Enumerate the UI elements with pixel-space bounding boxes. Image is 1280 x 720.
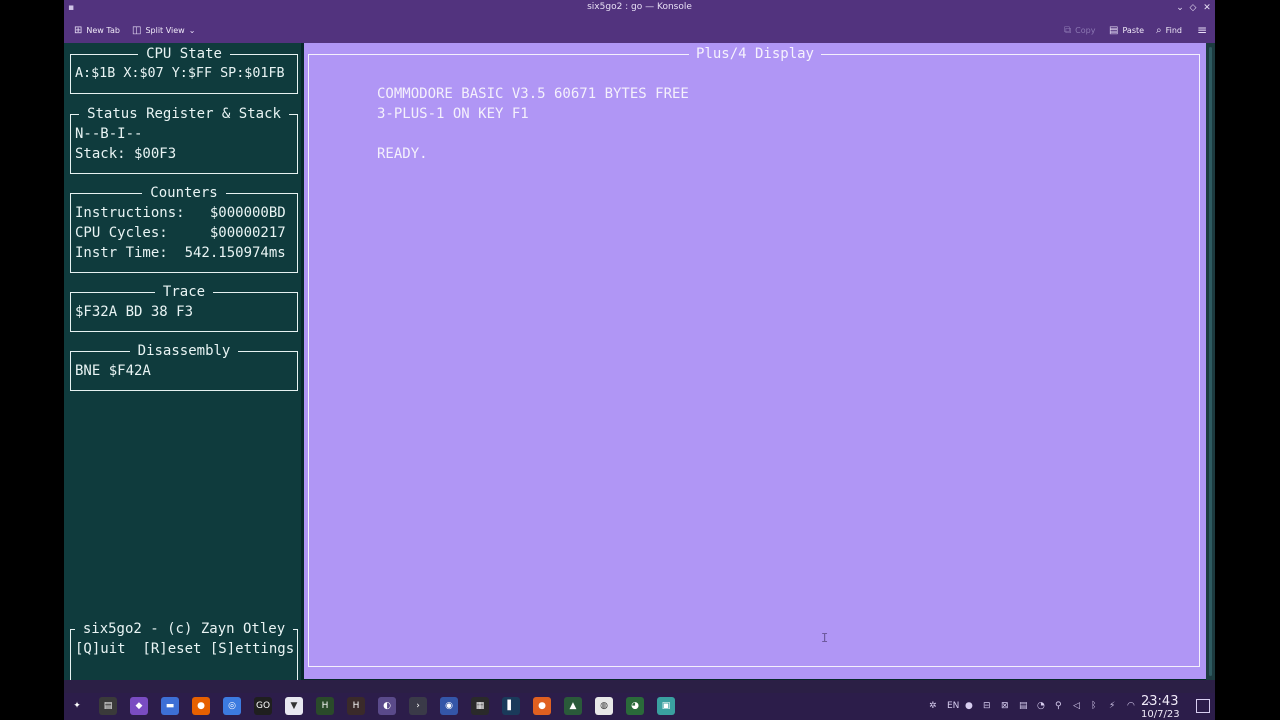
proton-vpn-icon[interactable]: ▼ — [285, 697, 303, 715]
copy-label: Copy — [1075, 25, 1096, 35]
hamburger-menu-icon: ≡ — [1197, 23, 1208, 37]
text-cursor-icon: I — [821, 631, 829, 645]
cross-box-icon[interactable]: ⊠ — [1001, 701, 1009, 711]
power-icon[interactable]: ⚡ — [1109, 701, 1115, 711]
stack-pointer: Stack: $00F3 — [75, 146, 177, 162]
chevron-down-icon: ⌄ — [188, 25, 196, 35]
minimize-icon[interactable]: ⌄ — [1174, 2, 1186, 14]
scrollbar-thumb[interactable] — [1209, 47, 1212, 676]
application-launcher-icon[interactable]: ✦ — [68, 697, 86, 715]
firefox-dev-icon[interactable]: ● — [533, 697, 551, 715]
store-icon[interactable]: ◆ — [130, 697, 148, 715]
show-desktop-button[interactable] — [1196, 699, 1210, 713]
clock-time[interactable]: 23:43 — [1141, 694, 1178, 709]
notes-icon[interactable]: ▦ — [471, 697, 489, 715]
split-view-button[interactable]: ◫ Split View ⌄ — [132, 22, 195, 38]
updates-icon[interactable]: ◔ — [1037, 701, 1045, 711]
bluetooth-icon[interactable]: ᛒ — [1091, 701, 1096, 711]
find-button[interactable]: ⌕ Find — [1156, 22, 1182, 38]
clock-date[interactable]: 10/7/23 — [1141, 709, 1180, 720]
taskbar: ✦ ▤ ◆ ▬ ● ◎ GO ▼ H H ◐ › ◉ ▦ ▌ ● ▲ ◍ ◕ ▣ ✲ EN ● ⊟ ⊠ ▤ ◔ ⚲ ◁ ᛒ ⚡ ◠ ^ 23:… — [64, 693, 1215, 720]
new-tab-label: New Tab — [86, 25, 120, 35]
scrollbar[interactable] — [1206, 43, 1215, 680]
find-label: Find — [1165, 25, 1182, 35]
hamburger-menu-button[interactable]: ≡ — [1197, 22, 1207, 38]
copyright-title: six5go2 - (c) Zayn Otley — [74, 621, 294, 637]
trace-title: Trace — [154, 284, 214, 300]
window-title: six5go2 : go — Konsole — [587, 2, 692, 12]
record-icon[interactable]: ● — [965, 701, 973, 711]
obs-icon[interactable]: ◍ — [595, 697, 613, 715]
paste-label: Paste — [1122, 25, 1145, 35]
copy-button[interactable]: ⧉ Copy — [1064, 22, 1095, 38]
counters-title: Counters — [142, 185, 226, 201]
keyboard-layout-label[interactable]: EN — [947, 701, 959, 711]
cpu-state-title: CPU State — [138, 46, 230, 62]
cpu-cycles: CPU Cycles: $00000217 — [75, 225, 286, 241]
screen-line: READY. — [377, 146, 428, 162]
display-border — [308, 54, 1200, 667]
disassembly-box: Disassembly BNE $F42A — [70, 343, 298, 391]
status-flags: N--B-I-- — [75, 126, 143, 142]
status-register-box: Status Register & Stack N--B-I-- Stack: … — [70, 106, 298, 174]
new-tab-button[interactable]: ⊞ New Tab — [74, 22, 120, 38]
instruction-time: Instr Time: 542.150974ms — [75, 245, 286, 261]
hex-dune-2-icon[interactable]: H — [347, 697, 365, 715]
split-view-icon: ◫ — [132, 24, 142, 36]
file-manager-icon[interactable]: ▬ — [161, 697, 179, 715]
instruction-count: Instructions: $000000BD — [75, 205, 286, 221]
cpu-state-box: CPU State A:$1B X:$07 Y:$FF SP:$01FB — [70, 46, 298, 94]
firefox-icon[interactable]: ● — [192, 697, 210, 715]
trace-line: $F32A BD 38 F3 — [75, 304, 194, 320]
plus4-display[interactable]: Plus/4 Display COMMODORE BASIC V3.5 6067… — [304, 43, 1206, 679]
paste-button[interactable]: ▤ Paste — [1109, 22, 1144, 38]
split-view-label: Split View — [145, 25, 185, 35]
screen-line: 3-PLUS-1 ON KEY F1 — [377, 106, 529, 122]
minus-box-icon[interactable]: ⊟ — [983, 701, 991, 711]
globe-icon[interactable]: ◕ — [626, 697, 644, 715]
task-manager-icon[interactable]: ▤ — [99, 697, 117, 715]
display-title: Plus/4 Display — [688, 46, 821, 62]
konsole-window: ▪ six5go2 : go — Konsole ⌄ ◇ ✕ ⊞ New Tab… — [64, 0, 1215, 693]
cpu-registers: A:$1B X:$07 Y:$FF SP:$01FB — [75, 66, 285, 81]
location-icon[interactable]: ⚲ — [1055, 701, 1062, 711]
image-viewer-icon[interactable]: ▣ — [657, 697, 675, 715]
clipboard-icon[interactable]: ▤ — [1019, 701, 1028, 711]
system-monitor-icon[interactable]: ▲ — [564, 697, 582, 715]
copy-icon: ⧉ — [1064, 24, 1072, 36]
volume-icon[interactable]: ◁ — [1073, 701, 1080, 711]
bluetooth-settings-icon[interactable]: ✲ — [929, 701, 937, 711]
new-tab-icon: ⊞ — [74, 24, 83, 36]
title-bar[interactable]: ▪ six5go2 : go — Konsole ⌄ ◇ ✕ — [64, 0, 1215, 17]
screen-line: COMMODORE BASIC V3.5 60671 BYTES FREE — [377, 86, 689, 102]
hex-dune-icon[interactable]: H — [316, 697, 334, 715]
status-register-title: Status Register & Stack — [79, 106, 289, 122]
keyboard-shortcuts: [Q]uit [R]eset [S]ettings — [75, 641, 295, 657]
footer-box: six5go2 - (c) Zayn Otley [Q]uit [R]eset … — [70, 621, 298, 680]
blender-icon[interactable]: ◐ — [378, 697, 396, 715]
editor-icon[interactable]: ▌ — [502, 697, 520, 715]
wifi-icon[interactable]: ◠ — [1127, 701, 1135, 711]
screen-recorder-icon[interactable]: ◉ — [440, 697, 458, 715]
chromium-icon[interactable]: ◎ — [223, 697, 241, 715]
trace-box: Trace $F32A BD 38 F3 — [70, 284, 298, 332]
goland-icon[interactable]: GO — [254, 697, 272, 715]
close-icon[interactable]: ✕ — [1201, 2, 1213, 14]
search-icon: ⌕ — [1156, 24, 1162, 36]
maximize-icon[interactable]: ◇ — [1187, 2, 1199, 14]
terminal-area[interactable]: CPU State A:$1B X:$07 Y:$FF SP:$01FB Sta… — [64, 43, 1215, 680]
paste-icon: ▤ — [1109, 24, 1119, 36]
emulator-status-panel: CPU State A:$1B X:$07 Y:$FF SP:$01FB Sta… — [64, 43, 301, 680]
disassembly-title: Disassembly — [129, 343, 239, 359]
disassembly-line: BNE $F42A — [75, 363, 151, 379]
konsole-icon[interactable]: › — [409, 697, 427, 715]
konsole-toolbar: ⊞ New Tab ◫ Split View ⌄ ⧉ Copy ▤ Paste … — [64, 17, 1215, 43]
counters-box: Counters Instructions: $000000BD CPU Cyc… — [70, 185, 298, 273]
